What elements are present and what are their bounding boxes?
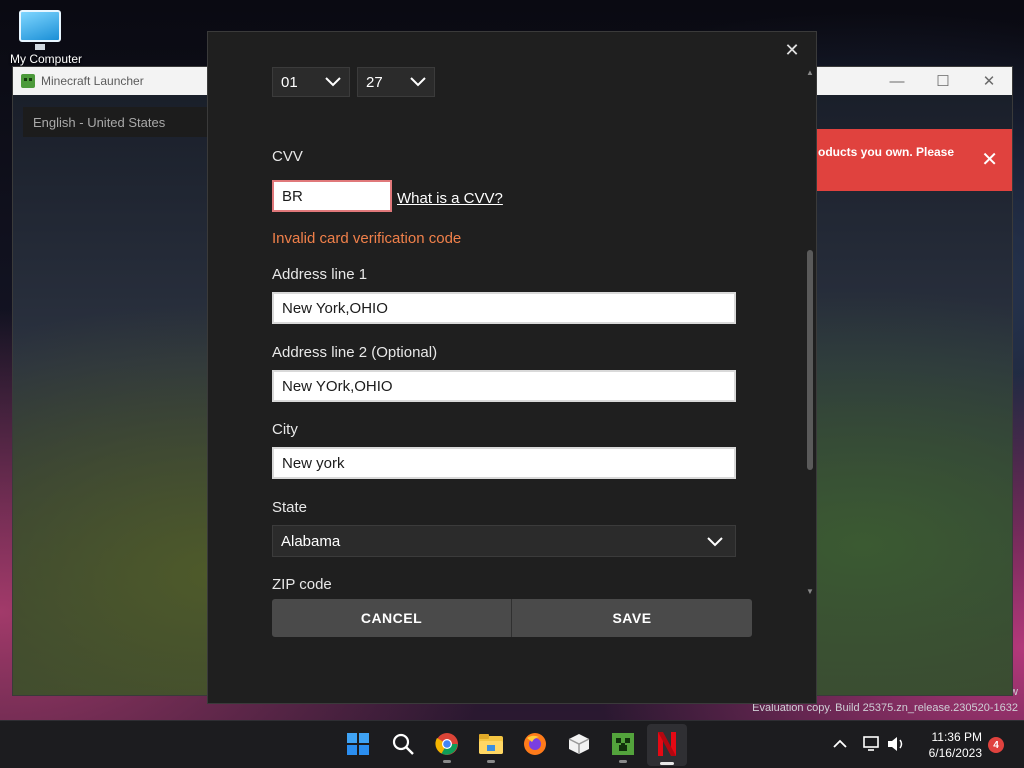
banner-close-icon[interactable]: ✕	[981, 147, 998, 172]
chevron-down-icon	[707, 537, 723, 547]
error-banner: oducts you own. Please ✕	[812, 129, 1012, 191]
active-indicator	[660, 762, 674, 765]
desktop-icon-label: My Computer	[10, 52, 83, 66]
package-icon[interactable]	[566, 731, 592, 757]
save-button[interactable]: SAVE	[512, 599, 752, 637]
address-line-2-input[interactable]: New YOrk,OHIO	[272, 370, 736, 402]
address-line-1-input[interactable]: New York,OHIO	[272, 292, 736, 324]
dialog-close-icon[interactable]: ✕	[782, 40, 802, 60]
start-icon[interactable]	[345, 731, 371, 757]
chevron-down-icon	[325, 77, 341, 87]
city-value: New york	[282, 454, 345, 472]
running-indicator	[443, 760, 451, 763]
running-indicator	[487, 760, 495, 763]
chrome-icon[interactable]	[434, 731, 460, 757]
dialog-button-row: CANCEL SAVE	[272, 599, 752, 637]
state-select[interactable]: Alabama	[272, 525, 736, 557]
firefox-icon[interactable]	[522, 731, 548, 757]
network-icon[interactable]	[860, 731, 884, 757]
scroll-thumb[interactable]	[807, 250, 813, 470]
tray-overflow-chevron-icon[interactable]	[828, 731, 852, 757]
expiry-year-select[interactable]: 27	[357, 67, 435, 97]
city-label: City	[272, 421, 298, 438]
notification-badge[interactable]: 4	[988, 737, 1004, 753]
city-input[interactable]: New york	[272, 447, 736, 479]
window-controls: — ☐ ✕	[874, 67, 1012, 95]
netflix-icon[interactable]	[654, 731, 680, 757]
chevron-down-icon	[410, 77, 426, 87]
scroll-up-icon[interactable]: ▲	[806, 68, 814, 77]
language-select[interactable]: English - United States	[23, 107, 213, 137]
clock-time: 11:36 PM	[931, 730, 982, 744]
cancel-button[interactable]: CANCEL	[272, 599, 512, 637]
my-computer-shortcut[interactable]: My Computer	[10, 10, 83, 66]
clock-date: 6/16/2023	[928, 746, 982, 760]
zip-code-label: ZIP code	[272, 576, 332, 593]
running-indicator	[619, 760, 627, 763]
scroll-down-icon[interactable]: ▼	[806, 587, 814, 596]
window-close-button[interactable]: ✕	[966, 67, 1012, 95]
address-line-1-label: Address line 1	[272, 266, 368, 283]
search-icon[interactable]	[390, 731, 416, 757]
minecraft-icon[interactable]	[610, 731, 636, 757]
launcher-title: Minecraft Launcher	[41, 74, 144, 88]
address-line-1-value: New York,OHIO	[282, 299, 388, 317]
minimize-button[interactable]: —	[874, 67, 920, 95]
minecraft-app-icon	[21, 74, 35, 88]
maximize-button[interactable]: ☐	[920, 67, 966, 95]
cvv-error-message: Invalid card verification code	[272, 230, 462, 247]
monitor-icon	[19, 10, 61, 50]
address-line-2-value: New YOrk,OHIO	[282, 377, 393, 395]
state-value: Alabama	[281, 532, 341, 550]
file-explorer-icon[interactable]	[478, 731, 504, 757]
billing-address-dialog: ✕ 01 27 CVV BR What is a CVV? Invalid ca…	[207, 31, 817, 704]
error-banner-text: oducts you own. Please	[818, 145, 955, 159]
expiry-month-value: 01	[281, 73, 298, 91]
system-clock[interactable]: 11:36 PM 6/16/2023	[920, 729, 982, 761]
taskbar: 11:36 PM 6/16/2023 4	[0, 720, 1024, 768]
cvv-label: CVV	[272, 148, 303, 165]
what-is-cvv-link[interactable]: What is a CVV?	[397, 190, 503, 207]
cvv-input[interactable]: BR	[272, 180, 392, 212]
address-line-2-label: Address line 2 (Optional)	[272, 344, 438, 361]
form-scroll-area: 01 27 CVV BR What is a CVV? Invalid card…	[208, 64, 804, 597]
volume-icon[interactable]	[884, 731, 908, 757]
state-label: State	[272, 499, 308, 516]
form-scrollbar[interactable]: ▲ ▼	[806, 68, 814, 596]
expiry-month-select[interactable]: 01	[272, 67, 350, 97]
expiry-year-value: 27	[366, 73, 383, 91]
cvv-input-value: BR	[282, 187, 303, 205]
